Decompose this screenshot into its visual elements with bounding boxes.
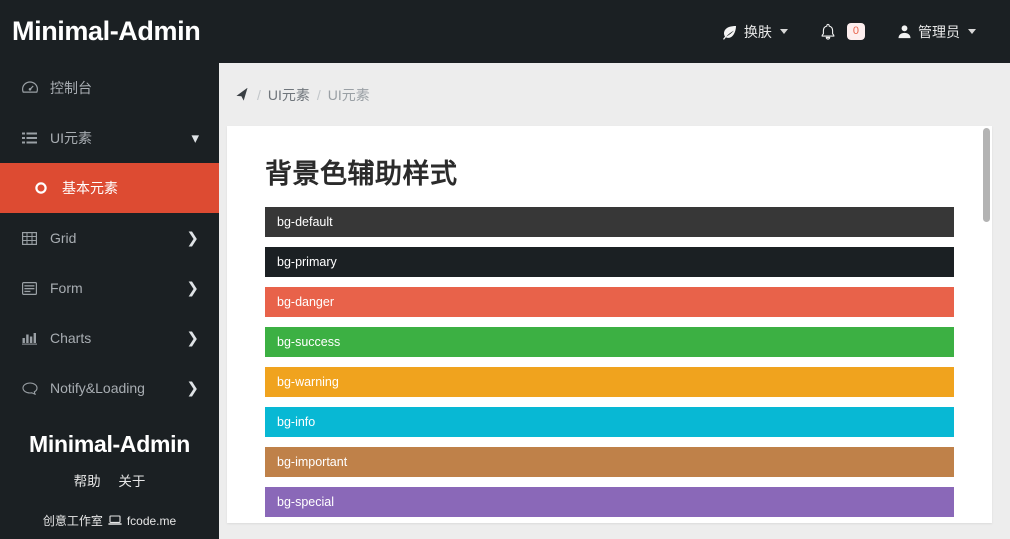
color-swatch-bar: bg-success (265, 327, 954, 357)
sidebar-footer-copyright: 创意工作室 fcode.me (0, 512, 219, 529)
footer-link-about[interactable]: 关于 (118, 474, 145, 489)
chevron-right-icon: ❯ (186, 379, 199, 397)
sidebar: 控制台 UI元素 ▾ 基本元素 Grid ❯ Form ❯ Charts ❯ N… (0, 63, 219, 539)
app-root: Minimal-Admin 换肤 0 管理员 控制台 UI元素 ▾ 基本元素 G… (0, 0, 1010, 539)
sidebar-footer-links: 帮助 关于 (0, 470, 219, 490)
chevron-down-icon (779, 29, 788, 34)
notifications-button[interactable]: 0 (804, 22, 881, 41)
sidebar-item-label: 控制台 (50, 80, 92, 96)
page-title: 背景色辅助样式 (265, 159, 458, 189)
sidebar-item-label: Notify&Loading (50, 380, 145, 396)
theme-switcher-button[interactable]: 换肤 (706, 22, 804, 42)
sidebar-item-grid[interactable]: Grid ❯ (0, 213, 219, 263)
app-brand: Minimal-Admin (12, 16, 201, 46)
breadcrumb-separator: / (316, 87, 321, 103)
color-swatch-bar: bg-danger (265, 287, 954, 317)
sidebar-item-form[interactable]: Form ❯ (0, 263, 219, 313)
site-link[interactable]: fcode.me (127, 514, 176, 528)
sidebar-item-label: Grid (50, 230, 77, 246)
color-swatch-bar: bg-info (265, 407, 954, 437)
laptop-icon (108, 515, 122, 526)
chevron-down-icon (968, 29, 976, 34)
grid-icon (22, 231, 42, 245)
sidebar-item-basic-elements[interactable]: 基本元素 (0, 163, 219, 213)
bell-icon (820, 23, 836, 40)
color-swatch-bar: bg-warning (265, 367, 954, 397)
sidebar-item-dashboard[interactable]: 控制台 (0, 63, 219, 113)
chevron-right-icon: ❯ (186, 279, 199, 297)
card-scrollbar-thumb[interactable] (983, 128, 990, 222)
sidebar-item-label: Form (50, 280, 83, 296)
leaf-icon (722, 24, 738, 40)
top-header: Minimal-Admin 换肤 0 管理员 (0, 0, 1010, 63)
studio-name: 创意工作室 (42, 514, 103, 528)
sidebar-item-label: 基本元素 (62, 180, 118, 196)
sidebar-item-charts[interactable]: Charts ❯ (0, 313, 219, 363)
location-arrow-icon (235, 87, 250, 103)
content-card: 背景色辅助样式 bg-default bg-primary bg-danger bg-… (227, 126, 992, 523)
sidebar-footer: Minimal-Admin 帮助 关于 创意工作室 fcode.me (0, 431, 219, 539)
circle-icon (34, 181, 54, 195)
sidebar-item-notify-loading[interactable]: Notify&Loading ❯ (0, 363, 219, 413)
card-scrollbar-track[interactable] (982, 126, 992, 523)
color-swatch-label: bg-primary (277, 255, 337, 269)
user-icon (897, 24, 912, 39)
color-swatch-bar: bg-primary (265, 247, 954, 277)
breadcrumb-item-2: UI元素 (327, 87, 370, 103)
color-swatch-label: bg-warning (277, 375, 339, 389)
content-area: / UI元素 / UI元素 背景色辅助样式 bg-default bg-prima… (219, 63, 1010, 539)
color-swatch-bar: bg-important (265, 447, 954, 477)
notification-badge: 0 (846, 22, 865, 41)
chevron-down-icon: ▾ (191, 129, 199, 147)
color-swatch-label: bg-success (277, 335, 341, 349)
color-swatch-label: bg-special (277, 495, 334, 509)
theme-switcher-label: 换肤 (743, 23, 772, 40)
color-swatch-label: bg-info (277, 415, 316, 429)
chart-icon (22, 332, 42, 345)
color-swatch-label: bg-default (277, 215, 333, 229)
color-swatch-bar: bg-special (265, 487, 954, 517)
top-nav: 换肤 0 管理员 (706, 22, 1010, 42)
breadcrumb: / UI元素 / UI元素 (219, 63, 1010, 127)
chevron-right-icon: ❯ (186, 229, 199, 247)
color-swatch-label: bg-danger (277, 295, 334, 309)
form-icon (22, 281, 42, 295)
sidebar-item-label: UI元素 (50, 130, 92, 146)
sidebar-footer-brand: Minimal-Admin (29, 431, 190, 457)
sidebar-item-label: Charts (50, 330, 92, 346)
user-menu-button[interactable]: 管理员 (881, 22, 992, 42)
comment-icon (22, 381, 42, 395)
breadcrumb-item-1[interactable]: UI元素 (268, 85, 310, 105)
list-icon (22, 132, 42, 145)
user-menu-label: 管理员 (918, 23, 960, 40)
chevron-right-icon: ❯ (186, 329, 199, 347)
color-swatch-label: bg-important (277, 455, 348, 469)
color-swatch-bar: bg-default (265, 207, 954, 237)
breadcrumb-separator: / (257, 87, 261, 103)
dashboard-icon (22, 81, 42, 95)
sidebar-item-ui-elements[interactable]: UI元素 ▾ (0, 113, 219, 163)
footer-link-help[interactable]: 帮助 (74, 474, 101, 489)
background-color-swatch-list: bg-default bg-primary bg-danger bg-success b… (265, 207, 954, 517)
